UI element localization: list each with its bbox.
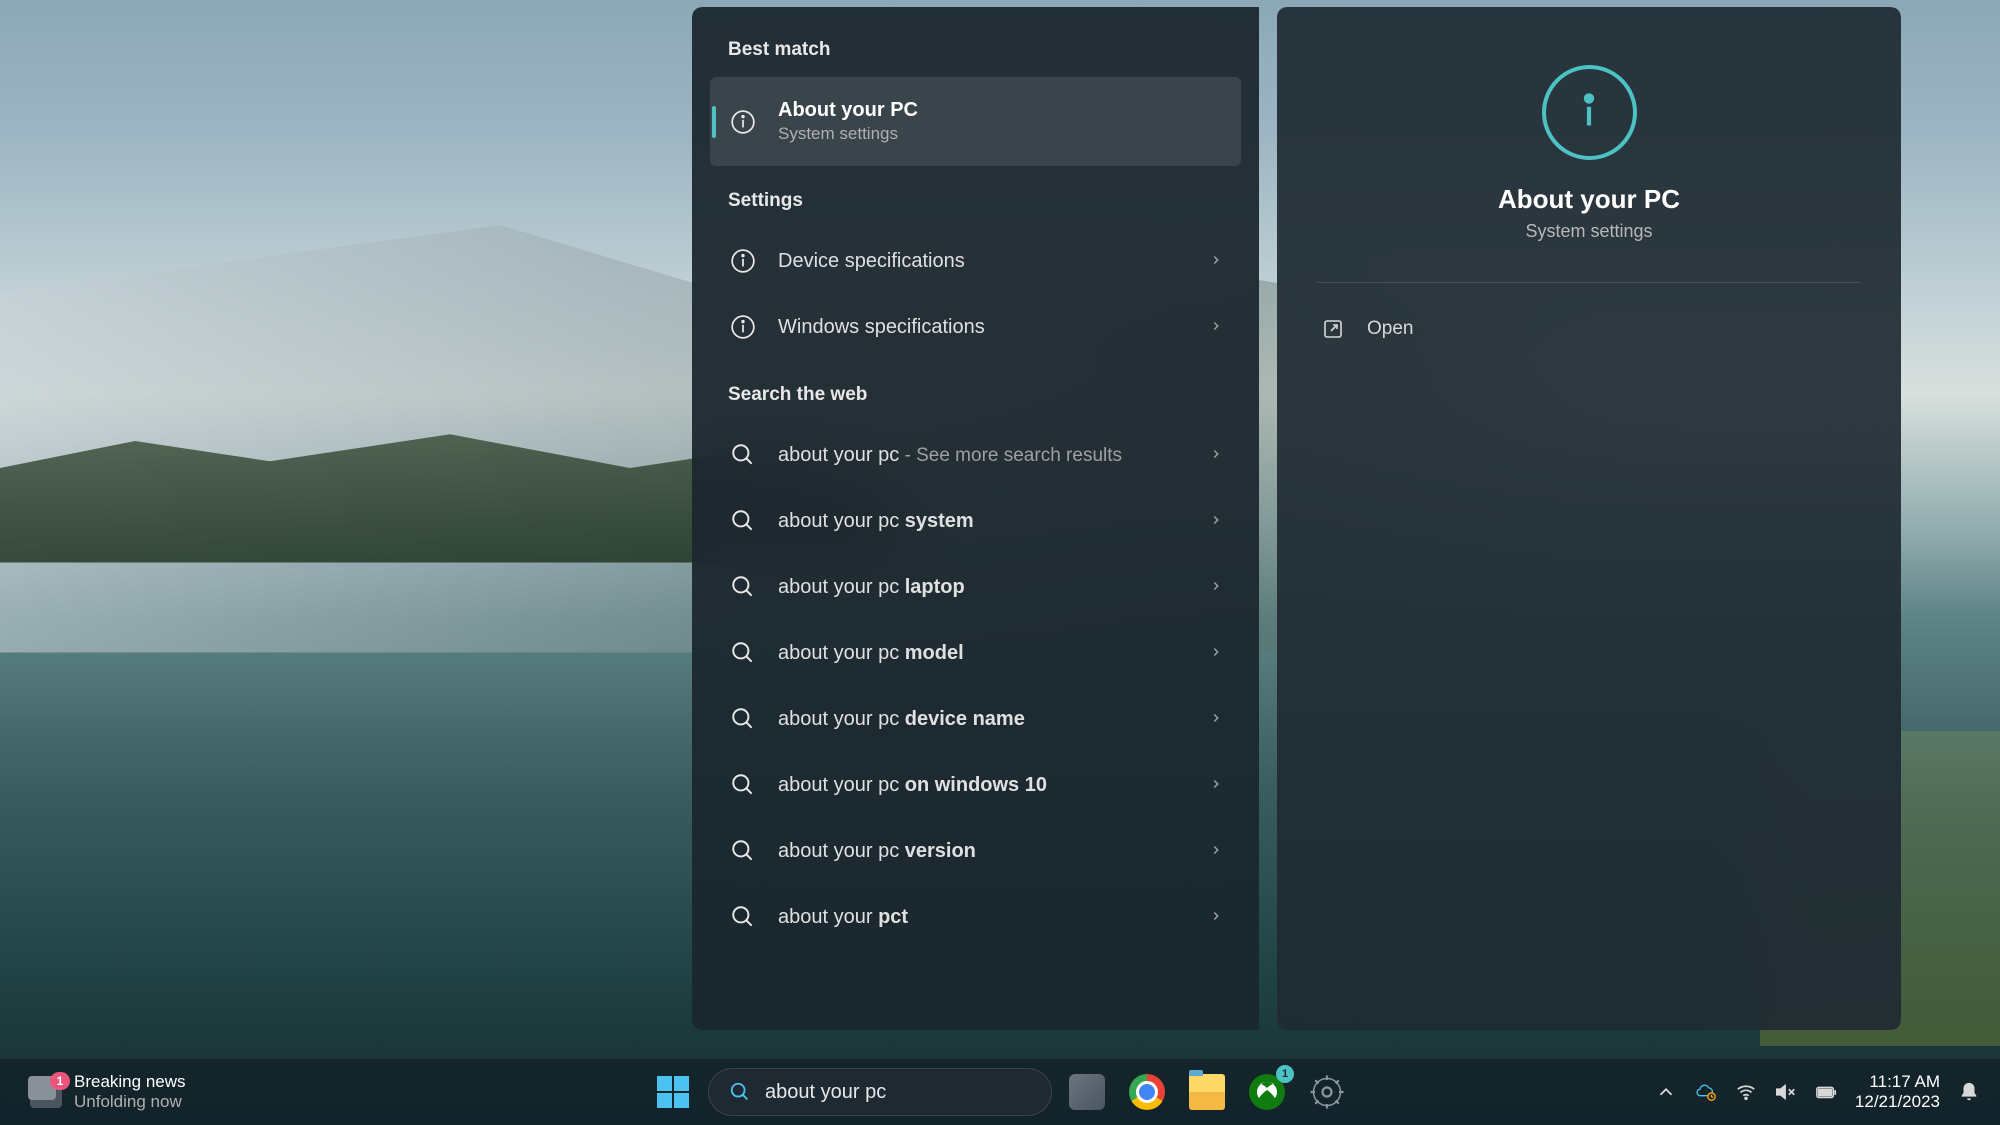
onedrive-icon: [1695, 1081, 1717, 1103]
search-icon: [728, 704, 758, 734]
chevron-right-icon: [1209, 907, 1223, 928]
open-icon: [1321, 317, 1345, 341]
onedrive-tray[interactable]: [1695, 1081, 1717, 1103]
search-icon: [729, 1081, 751, 1103]
chevron-right-icon: [1209, 709, 1223, 730]
widgets-button[interactable]: 1 Breaking news Unfolding now: [20, 1068, 194, 1117]
wifi-tray[interactable]: [1735, 1081, 1757, 1103]
show-hidden-icons[interactable]: [1655, 1081, 1677, 1103]
xbox-app[interactable]: 1: [1242, 1067, 1292, 1117]
search-results-left: Best match About your PC System settings…: [692, 7, 1259, 1030]
open-action[interactable]: Open: [1317, 307, 1861, 351]
clock-time: 11:17 AM: [1869, 1072, 1940, 1092]
battery-tray[interactable]: [1815, 1081, 1837, 1103]
search-results-panel: Best match About your PC System settings…: [692, 7, 1901, 1030]
chevron-right-icon: [1209, 445, 1223, 466]
windows-logo-icon: [657, 1076, 689, 1108]
web-result-item[interactable]: about your pc system: [710, 488, 1241, 554]
detail-subtitle: System settings: [1525, 221, 1652, 242]
settings-results-list: Device specifications Windows specificat…: [710, 228, 1241, 360]
chrome-icon: [1129, 1074, 1165, 1110]
taskbar-search-box[interactable]: [708, 1068, 1052, 1116]
best-match-title: About your PC: [778, 99, 1223, 122]
best-match-subtitle: System settings: [778, 124, 1223, 144]
notifications-button[interactable]: [1958, 1081, 1980, 1103]
search-icon: [728, 770, 758, 800]
volume-tray[interactable]: [1775, 1081, 1797, 1103]
battery-icon: [1815, 1081, 1837, 1103]
settings-result-label: Device specifications: [778, 250, 1201, 273]
info-icon: [728, 312, 758, 342]
clock-date: 12/21/2023: [1855, 1092, 1940, 1112]
web-header: Search the web: [710, 380, 1241, 422]
settings-result-label: Windows specifications: [778, 316, 1201, 339]
bell-icon: [1958, 1081, 1980, 1103]
web-result-label: about your pc device name: [778, 708, 1201, 731]
web-result-label: about your pc laptop: [778, 576, 1201, 599]
search-icon: [728, 638, 758, 668]
search-icon: [728, 836, 758, 866]
taskbar: 1 Breaking news Unfolding now: [0, 1059, 2000, 1125]
chevron-right-icon: [1209, 643, 1223, 664]
web-result-item[interactable]: about your pc device name: [710, 686, 1241, 752]
web-result-label: about your pc version: [778, 840, 1201, 863]
web-result-item[interactable]: about your pc model: [710, 620, 1241, 686]
web-result-item[interactable]: about your pc on windows 10: [710, 752, 1241, 818]
web-result-label: about your pc system: [778, 510, 1201, 533]
open-label: Open: [1367, 318, 1413, 340]
file-explorer-icon: [1189, 1074, 1225, 1110]
info-icon: [728, 246, 758, 276]
task-view-icon: [1069, 1074, 1105, 1110]
detail-divider: [1317, 282, 1861, 283]
chevron-right-icon: [1209, 511, 1223, 532]
web-result-item[interactable]: about your pc version: [710, 818, 1241, 884]
web-result-item[interactable]: about your pc - See more search results: [710, 422, 1241, 488]
info-icon-large: [1542, 65, 1637, 160]
settings-result-item[interactable]: Windows specifications: [710, 294, 1241, 360]
search-detail-panel: About your PC System settings Open: [1277, 7, 1901, 1030]
web-result-item[interactable]: about your pc laptop: [710, 554, 1241, 620]
chevron-up-icon: [1655, 1081, 1677, 1103]
chevron-right-icon: [1209, 775, 1223, 796]
search-input[interactable]: [765, 1081, 1031, 1104]
chevron-right-icon: [1209, 841, 1223, 862]
search-icon: [728, 572, 758, 602]
chevron-right-icon: [1209, 317, 1223, 338]
best-match-result[interactable]: About your PC System settings: [710, 77, 1241, 166]
xbox-badge: 1: [1276, 1065, 1294, 1083]
task-view-button[interactable]: [1062, 1067, 1112, 1117]
web-results-list: about your pc - See more search results …: [710, 422, 1241, 950]
web-result-label: about your pc on windows 10: [778, 774, 1201, 797]
widget-badge: 1: [50, 1072, 70, 1090]
web-result-label: about your pct: [778, 906, 1201, 929]
settings-app[interactable]: [1302, 1067, 1352, 1117]
clock-area[interactable]: 11:17 AM 12/21/2023: [1855, 1072, 1940, 1113]
settings-result-item[interactable]: Device specifications: [710, 228, 1241, 294]
best-match-header: Best match: [710, 35, 1241, 77]
start-button[interactable]: [648, 1067, 698, 1117]
web-result-item[interactable]: about your pct: [710, 884, 1241, 950]
widget-title: Breaking news: [74, 1072, 186, 1092]
widgets-icon: 1: [28, 1076, 64, 1108]
web-result-label: about your pc model: [778, 642, 1201, 665]
search-icon: [728, 506, 758, 536]
volume-mute-icon: [1775, 1081, 1797, 1103]
search-icon: [728, 902, 758, 932]
gear-icon: [1309, 1074, 1345, 1110]
web-result-label: about your pc - See more search results: [778, 444, 1201, 467]
search-icon: [728, 440, 758, 470]
file-explorer-app[interactable]: [1182, 1067, 1232, 1117]
chrome-app[interactable]: [1122, 1067, 1172, 1117]
detail-title: About your PC: [1498, 184, 1680, 215]
widget-subtitle: Unfolding now: [74, 1092, 186, 1112]
chevron-right-icon: [1209, 577, 1223, 598]
chevron-right-icon: [1209, 251, 1223, 272]
wifi-icon: [1735, 1081, 1757, 1103]
info-icon: [728, 107, 758, 137]
settings-header: Settings: [710, 186, 1241, 228]
